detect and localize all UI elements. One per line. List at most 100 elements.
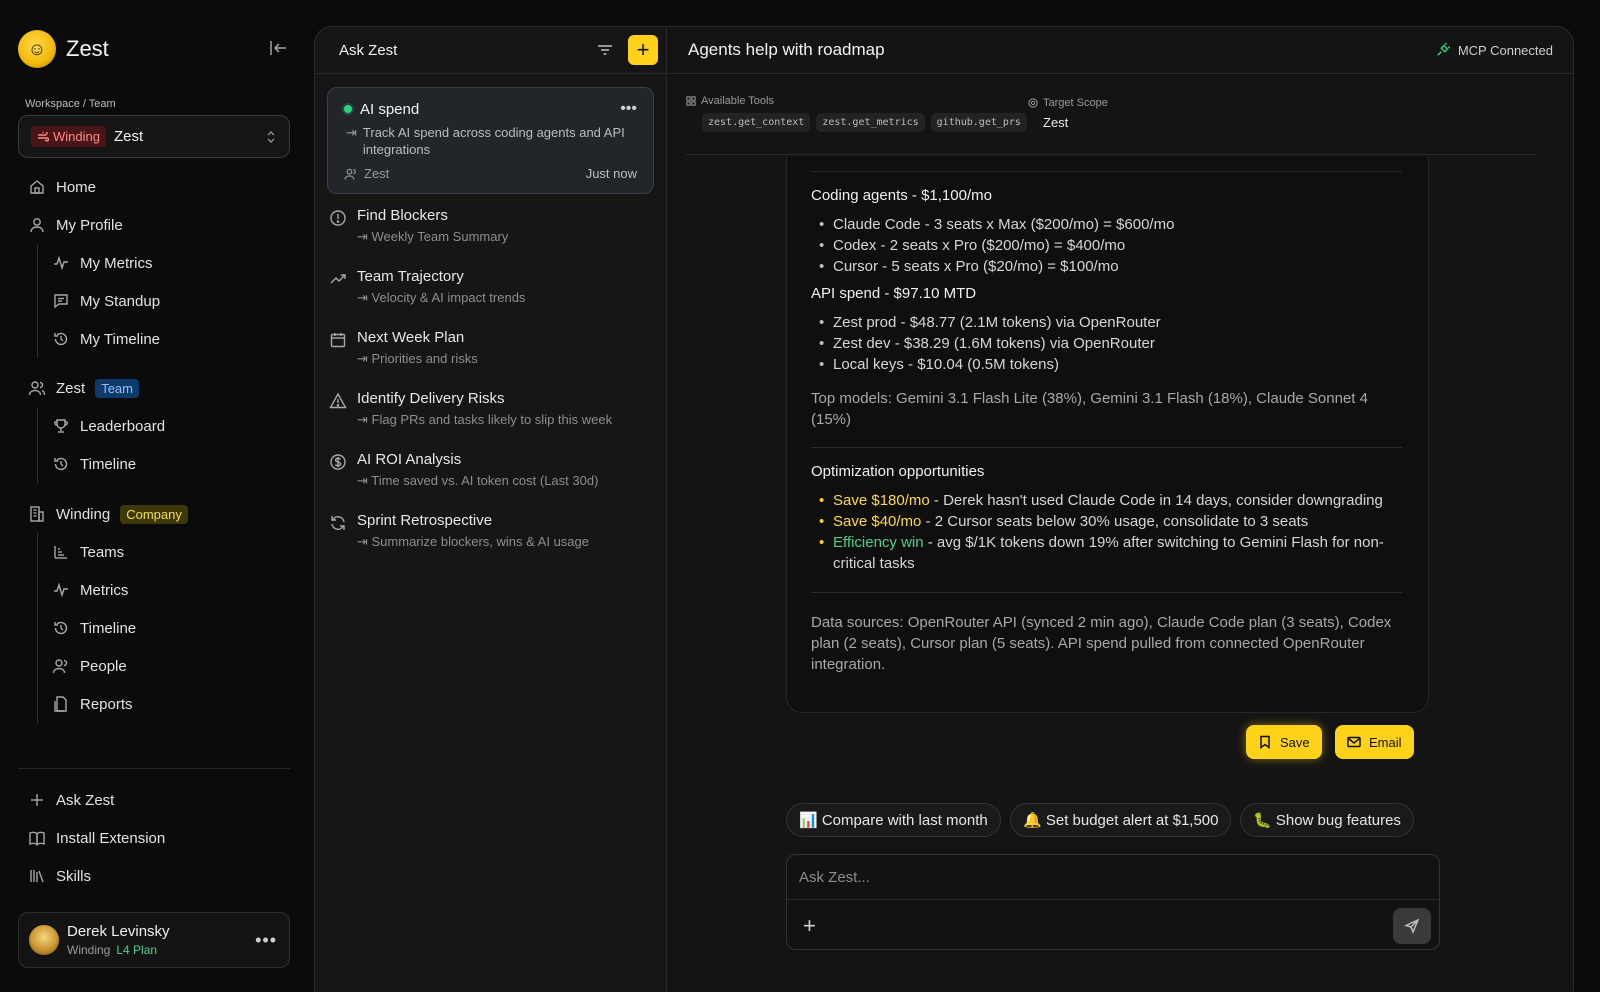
building-icon (30, 506, 44, 522)
org-tag: Winding (31, 126, 106, 147)
thread-title: Next Week Plan (357, 329, 465, 346)
user-name: Derek Levinsky (67, 923, 170, 940)
thread-subtitle-text: Summarize blockers, wins & AI usage (371, 534, 589, 549)
thread-subtitle-text: Priorities and risks (371, 351, 478, 366)
thread-item[interactable]: Find Blockers ⇥ Weekly Team Summary (329, 207, 649, 245)
nav-my-standup[interactable]: My Standup (52, 282, 290, 320)
history-icon (54, 332, 68, 346)
save-button[interactable]: Save (1246, 725, 1322, 759)
main-panel: Ask Zest + AI spend ••• ⇥ Track AI spend… (314, 26, 1574, 992)
nav-leaderboard[interactable]: Leaderboard (52, 407, 290, 445)
chat-input[interactable] (787, 855, 1439, 900)
suggestion-chip[interactable]: 🔔 Set budget alert at $1,500 (1010, 803, 1232, 837)
nav-company-timeline-label: Timeline (80, 619, 137, 637)
nav-reports[interactable]: Reports (52, 685, 290, 723)
history-icon (54, 457, 68, 471)
primary-nav: Home My Profile My Metrics My Standup My… (18, 168, 290, 358)
nav-ask-zest[interactable]: Ask Zest (18, 781, 290, 819)
composer: + (786, 854, 1440, 950)
thread-subtitle: ⇥ Velocity & AI impact trends (357, 290, 526, 305)
nav-people[interactable]: People (52, 647, 290, 685)
nav-metrics[interactable]: Metrics (52, 571, 290, 609)
thread-list-title: Ask Zest (339, 41, 398, 59)
thread-title: AI spend (360, 100, 420, 118)
target-scope[interactable]: Target Scope Zest (1028, 97, 1108, 130)
list-item: Claude Code - 3 seats x Max ($200/mo) = … (811, 214, 1402, 235)
coding-agents-title: Coding agents - $1,100/mo (811, 187, 992, 204)
history-icon (54, 621, 68, 635)
thread-team: Zest (364, 166, 390, 181)
nav-home[interactable]: Home (18, 168, 290, 206)
filter-icon[interactable] (596, 41, 614, 59)
divider (811, 447, 1402, 448)
nav-timeline[interactable]: Timeline (52, 445, 290, 483)
thread-list: Ask Zest + AI spend ••• ⇥ Track AI spend… (315, 27, 667, 992)
brand[interactable]: ☺ Zest (18, 30, 109, 68)
tool-chip[interactable]: zest.get_context (702, 113, 811, 132)
more-icon[interactable]: ••• (255, 930, 277, 951)
nav-install-extension[interactable]: Install Extension (18, 819, 290, 857)
nav-my-timeline[interactable]: My Timeline (52, 320, 290, 358)
divider (811, 171, 1402, 172)
thread-item-active[interactable]: AI spend ••• ⇥ Track AI spend across cod… (327, 87, 654, 194)
thread-subtitle-text: Time saved vs. AI token cost (Last 30d) (371, 473, 599, 488)
collapse-sidebar-icon[interactable] (268, 38, 288, 58)
plus-icon (31, 794, 43, 806)
available-tools-label: Available Tools (686, 95, 1027, 107)
user-org: Winding (67, 943, 111, 957)
thread-item[interactable]: AI ROI Analysis ⇥ Time saved vs. AI toke… (329, 451, 649, 489)
user-plan: L4 Plan (116, 943, 158, 957)
thread-list-header: Ask Zest + (315, 27, 666, 74)
attach-plus-icon[interactable]: + (803, 913, 816, 939)
user-icon (30, 218, 44, 233)
tool-chip[interactable]: github.get_prs (930, 113, 1027, 132)
nav-team[interactable]: Zest Team (18, 369, 290, 407)
nav-my-standup-label: My Standup (80, 292, 161, 310)
trending-up-icon (330, 274, 346, 284)
user-card[interactable]: Derek Levinsky Winding L4 Plan ••• (18, 912, 290, 968)
nav-leaderboard-label: Leaderboard (80, 417, 166, 435)
nav-ask-zest-label: Ask Zest (56, 791, 115, 809)
users-icon (28, 381, 46, 396)
nav-my-profile[interactable]: My Profile (18, 206, 290, 244)
thread-item[interactable]: Next Week Plan ⇥ Priorities and risks (329, 329, 649, 367)
suggestion-chip[interactable]: 🐛 Show bug features (1240, 803, 1414, 837)
workspace-selector[interactable]: Winding Zest (18, 115, 290, 158)
thread-item[interactable]: Sprint Retrospective ⇥ Summarize blocker… (329, 512, 649, 550)
thread-desc: Track AI spend across coding agents and … (362, 125, 625, 157)
list-item: Zest prod - $48.77 (2.1M tokens) via Ope… (811, 312, 1402, 333)
nav-reports-label: Reports (80, 695, 133, 713)
more-icon[interactable]: ••• (620, 100, 637, 118)
nav-skills-label: Skills (56, 867, 92, 885)
thread-item[interactable]: Team Trajectory ⇥ Velocity & AI impact t… (329, 268, 649, 306)
new-thread-button[interactable]: + (628, 35, 658, 65)
thread-subtitle: ⇥ Summarize blockers, wins & AI usage (357, 534, 589, 549)
thread-item[interactable]: Identify Delivery Risks ⇥ Flag PRs and t… (329, 390, 649, 428)
coding-agents-list: Claude Code - 3 seats x Max ($200/mo) = … (811, 214, 1402, 277)
data-sources: Data sources: OpenRouter API (synced 2 m… (811, 614, 1392, 673)
email-button[interactable]: Email (1335, 725, 1414, 759)
app-name: Zest (66, 36, 109, 61)
company-badge: Company (120, 504, 188, 524)
users-icon (344, 168, 356, 180)
thread-subtitle: ⇥ Time saved vs. AI token cost (Last 30d… (357, 473, 599, 488)
thread-title: AI ROI Analysis (357, 451, 462, 468)
thread-subtitle: ⇥ Priorities and risks (357, 351, 478, 366)
calendar-icon (330, 333, 346, 348)
nav-company[interactable]: Winding Company (18, 495, 290, 533)
send-button[interactable] (1393, 908, 1431, 944)
mcp-status[interactable]: MCP Connected (1436, 43, 1553, 58)
users-icon (52, 659, 68, 674)
conversation-title: Agents help with roadmap (688, 40, 885, 59)
nav-teams[interactable]: Teams (52, 533, 290, 571)
nav-my-profile-label: My Profile (56, 216, 123, 234)
nav-company-timeline[interactable]: Timeline (52, 609, 290, 647)
nav-skills[interactable]: Skills (18, 857, 290, 895)
book-icon (29, 831, 45, 846)
nav-company-label: Winding (56, 505, 111, 523)
activity-icon (54, 255, 68, 271)
sidebar: ☺ Zest Workspace / Team Winding Zest Hom… (0, 0, 310, 992)
tool-chip[interactable]: zest.get_metrics (816, 113, 925, 132)
suggestion-chip[interactable]: 📊 Compare with last month (786, 803, 1001, 837)
nav-my-metrics[interactable]: My Metrics (52, 244, 290, 282)
